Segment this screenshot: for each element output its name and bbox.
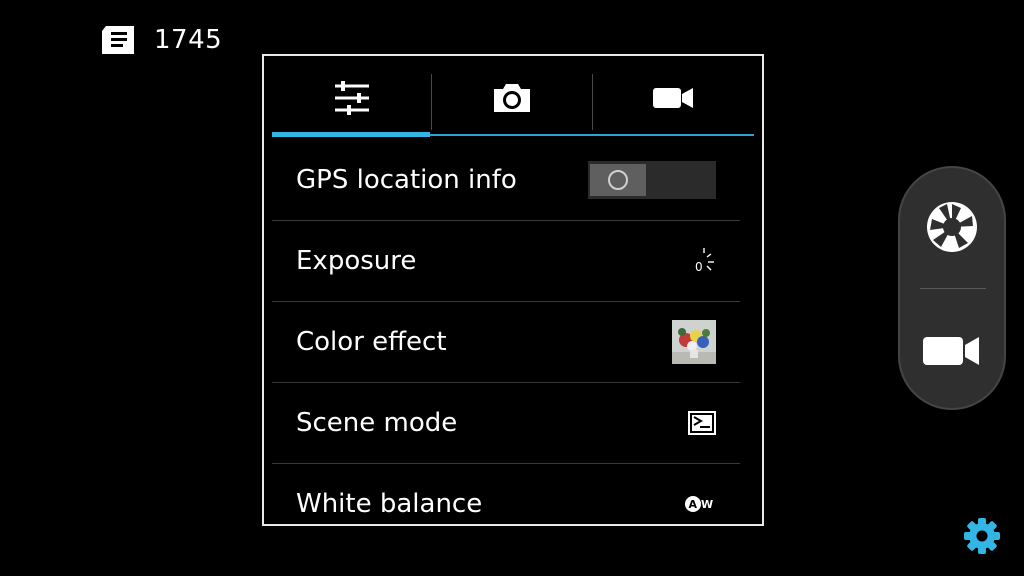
sliders-icon [335, 81, 369, 115]
tab-general-settings[interactable] [272, 56, 432, 140]
exposure-icon: 0 [695, 248, 714, 274]
exposure-value: 0 [695, 260, 703, 274]
setting-label: Color effect [296, 327, 447, 357]
setting-row-exposure[interactable]: Exposure 0 [272, 221, 740, 302]
setting-row-white-balance[interactable]: White balance A W [272, 464, 740, 524]
video-camera-icon [653, 88, 693, 108]
tab-camera-settings[interactable] [432, 56, 592, 140]
storage-indicator: 1745 [102, 22, 222, 58]
tab-active-indicator [272, 132, 430, 137]
shutter-button[interactable] [900, 172, 1004, 282]
settings-button[interactable] [962, 516, 1002, 556]
settings-list: GPS location info Exposure 0 Color effec… [272, 140, 740, 524]
shutter-icon [927, 202, 977, 252]
gps-toggle-switch[interactable] [588, 161, 716, 199]
color-effect-thumbnail [672, 320, 716, 364]
settings-tabs [272, 56, 754, 140]
setting-label: GPS location info [296, 165, 517, 195]
camera-settings-panel: GPS location info Exposure 0 Color effec… [262, 54, 764, 526]
svg-text:W: W [701, 498, 713, 511]
tab-video-settings[interactable] [593, 56, 753, 140]
sd-card-icon [102, 26, 134, 54]
setting-row-color-effect[interactable]: Color effect [272, 302, 740, 383]
controls-separator [920, 288, 986, 289]
video-record-icon [923, 337, 979, 365]
setting-label: Scene mode [296, 408, 458, 438]
auto-white-balance-icon: A W [685, 496, 713, 512]
scene-mode-icon [688, 411, 716, 435]
camera-icon [494, 84, 530, 112]
toggle-knob [590, 164, 646, 196]
capture-controls [898, 166, 1006, 410]
setting-label: Exposure [296, 246, 417, 276]
setting-row-scene-mode[interactable]: Scene mode [272, 383, 740, 464]
remaining-shots-count: 1745 [154, 25, 223, 55]
gear-icon [964, 518, 1000, 554]
setting-row-gps[interactable]: GPS location info [272, 140, 740, 221]
setting-label: White balance [296, 489, 483, 519]
video-record-button[interactable] [900, 296, 1004, 406]
svg-text:A: A [689, 498, 698, 511]
